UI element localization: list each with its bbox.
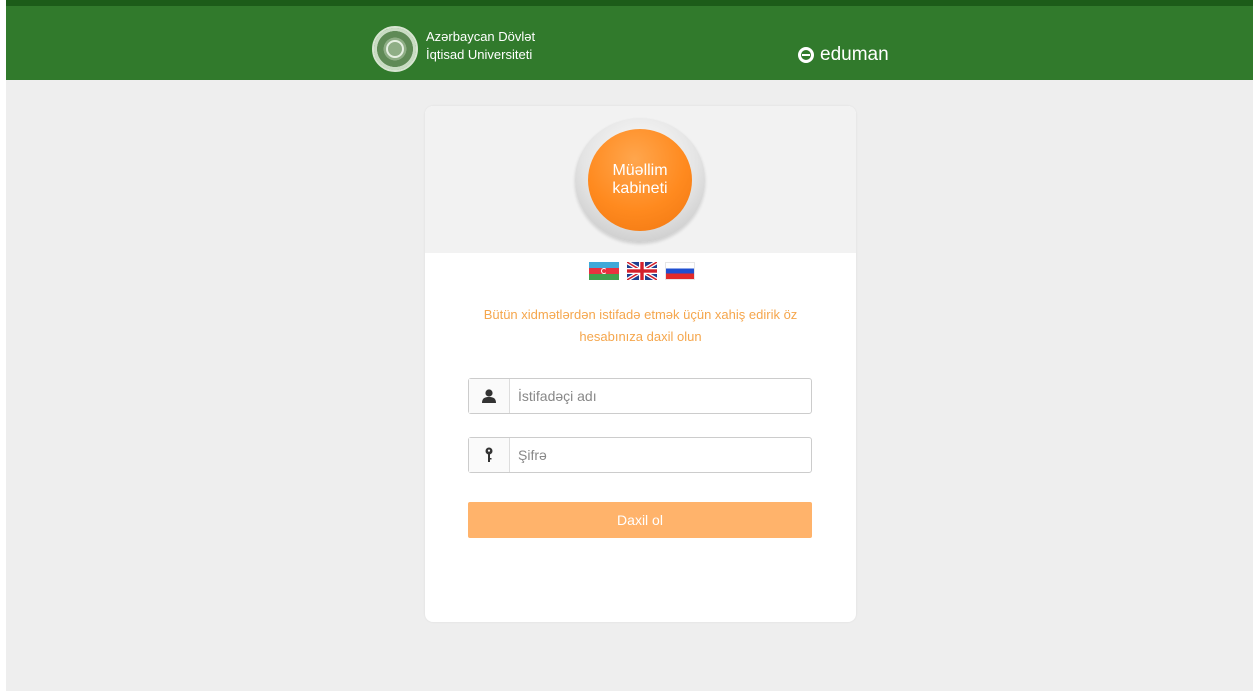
cabinet-badge-ring: Müəllim kabineti <box>575 118 705 242</box>
eduman-logo-icon <box>798 47 814 63</box>
login-prompt-line2: hesabınıza daxil olun <box>579 329 702 344</box>
azerbaijan-flag-icon[interactable] <box>589 262 619 280</box>
university-name-line2: İqtisad Universiteti <box>426 47 533 62</box>
university-name-line1: Azərbaycan Dövlət <box>426 29 536 44</box>
card-header: Müəllim kabineti <box>425 106 856 253</box>
eduman-brand-label: eduman <box>820 44 889 65</box>
university-name: Azərbaycan Dövlət İqtisad Universiteti <box>426 28 535 64</box>
uk-flag-icon[interactable] <box>627 262 657 280</box>
login-button[interactable]: Daxil ol <box>468 502 812 538</box>
password-field <box>468 437 812 473</box>
university-logo <box>372 26 418 72</box>
password-input[interactable] <box>510 438 811 472</box>
page-background: Azərbaycan Dövlət İqtisad Universiteti e… <box>6 0 1253 691</box>
username-input[interactable] <box>510 379 811 413</box>
eduman-brand: eduman <box>798 44 889 66</box>
cabinet-badge-line1: Müəllim <box>612 162 668 179</box>
language-switcher <box>589 262 695 280</box>
login-prompt-line1: Bütün xidmətlərdən istifadə etmək üçün x… <box>483 307 798 322</box>
key-icon <box>469 438 510 472</box>
russia-flag-icon[interactable] <box>665 262 695 280</box>
login-card: Müəllim kabineti Bütün xidmətlərdən isti… <box>425 106 856 622</box>
cabinet-badge: Müəllim kabineti <box>588 129 692 231</box>
cabinet-badge-line2: kabineti <box>612 180 668 197</box>
university-logo-emblem <box>386 40 404 58</box>
user-icon <box>469 379 510 413</box>
header-bar: Azərbaycan Dövlət İqtisad Universiteti e… <box>6 0 1253 80</box>
login-prompt: Bütün xidmətlərdən istifadə etmək üçün x… <box>465 304 816 348</box>
username-field <box>468 378 812 414</box>
